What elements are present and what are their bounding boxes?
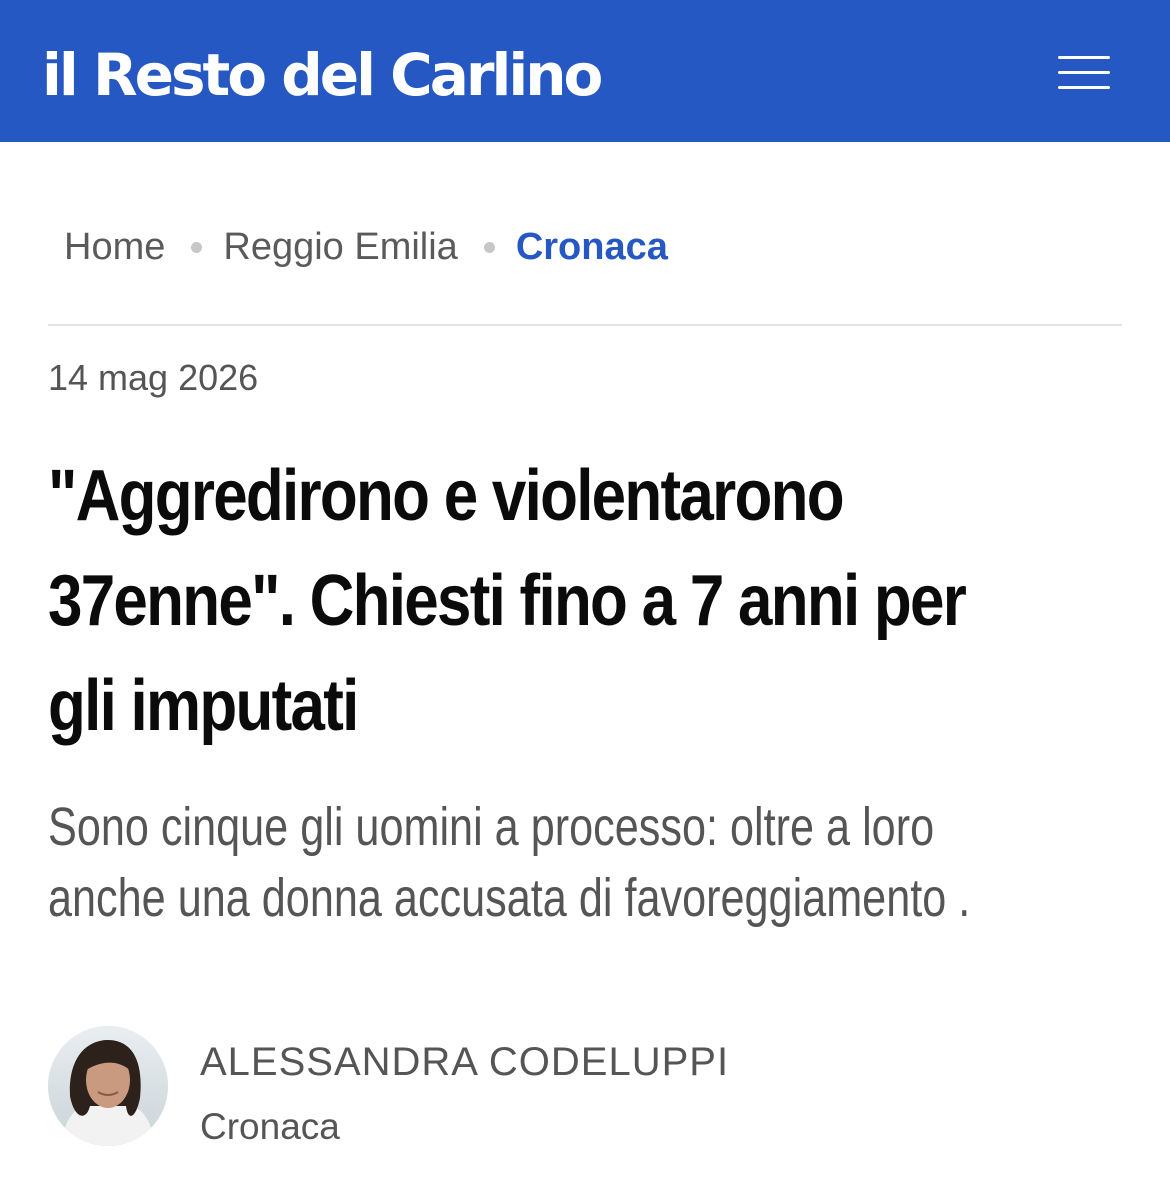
breadcrumb: Home Reggio Emilia Cronaca: [64, 220, 668, 274]
divider: [48, 324, 1122, 326]
menu-button[interactable]: [1052, 50, 1116, 94]
breadcrumb-cronaca[interactable]: Cronaca: [516, 226, 668, 269]
author-photo-icon: [48, 1026, 168, 1146]
article-headline: "Aggredirono e violentarono 37enne". Chi…: [48, 456, 967, 746]
site-logo[interactable]: il Resto del Carlino: [42, 38, 603, 112]
breadcrumb-separator-dot: [191, 241, 203, 253]
author-block: ALESSANDRA CODELUPPI Cronaca: [48, 1026, 1122, 1148]
breadcrumb-reggio-emilia[interactable]: Reggio Emilia: [223, 226, 457, 269]
author-avatar[interactable]: [48, 1026, 168, 1146]
breadcrumb-home[interactable]: Home: [64, 226, 165, 269]
breadcrumb-separator-dot: [483, 241, 495, 253]
article-date: 14 mag 2026: [48, 357, 259, 398]
hamburger-menu-icon: [1058, 56, 1110, 59]
article-subtitle: Sono cinque gli uomini a processo: oltre…: [48, 797, 971, 928]
site-header: il Resto del Carlino: [0, 0, 1170, 142]
author-section: Cronaca: [200, 1106, 340, 1147]
author-name[interactable]: ALESSANDRA CODELUPPI: [200, 1038, 729, 1086]
